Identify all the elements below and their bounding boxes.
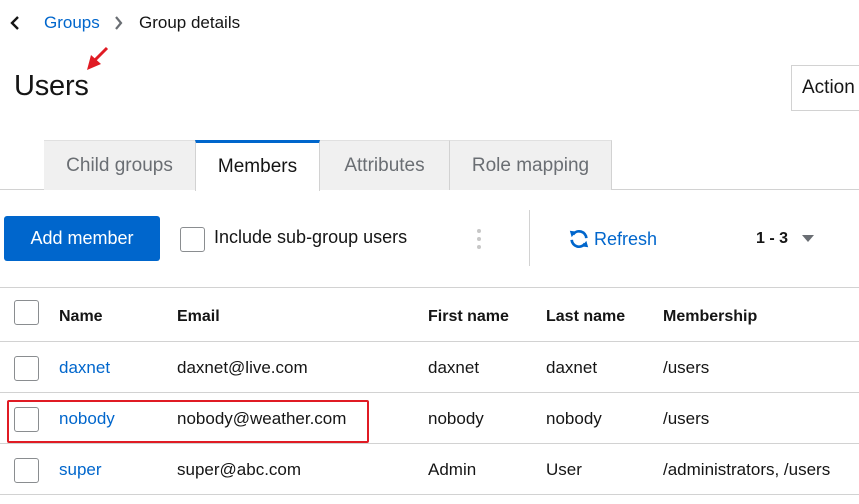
kebab-icon[interactable] — [474, 226, 484, 252]
breadcrumb: Groups Group details — [0, 0, 859, 48]
refresh-label: Refresh — [594, 228, 658, 249]
user-email: daxnet@live.com — [177, 358, 308, 377]
user-last-name: nobody — [546, 409, 602, 428]
table-row: daxnet daxnet@live.com daxnet daxnet /us… — [0, 342, 859, 393]
tab-members[interactable]: Members — [195, 140, 320, 191]
user-membership: /administrators, /users — [663, 460, 831, 479]
include-subgroup-checkbox[interactable] — [180, 227, 205, 252]
breadcrumb-groups-link[interactable]: Groups — [44, 13, 100, 33]
refresh-button[interactable]: Refresh — [568, 226, 657, 252]
sync-icon — [569, 229, 589, 249]
user-membership: /users — [663, 409, 710, 428]
toolbar-divider — [529, 210, 530, 266]
user-last-name: User — [546, 460, 582, 479]
pagination-label: 1 - 3 — [756, 230, 789, 247]
table-row: super super@abc.com Admin User /administ… — [0, 444, 859, 495]
user-membership: /users — [663, 358, 710, 377]
user-name-link[interactable]: super — [59, 460, 102, 480]
user-first-name: Admin — [428, 460, 477, 479]
column-header-membership[interactable]: Membership — [663, 308, 757, 326]
tab-attributes[interactable]: Attributes — [320, 140, 450, 190]
tab-role-mapping[interactable]: Role mapping — [450, 140, 612, 190]
user-last-name: daxnet — [546, 358, 598, 377]
table-header: Name Email First name Last name Membersh… — [0, 287, 859, 342]
add-member-button[interactable]: Add member — [4, 216, 160, 261]
chevron-right-icon — [114, 15, 126, 31]
column-header-email[interactable]: Email — [177, 308, 220, 326]
page-title: Users — [14, 70, 89, 102]
row-checkbox[interactable] — [14, 356, 39, 381]
row-checkbox[interactable] — [14, 458, 39, 483]
user-email: super@abc.com — [177, 460, 302, 479]
pagination-toggle[interactable]: 1 - 3 — [756, 228, 815, 250]
select-all-checkbox[interactable] — [14, 300, 39, 325]
user-name-link[interactable]: nobody — [59, 409, 115, 429]
arrow-annotation-icon — [87, 46, 109, 70]
user-email: nobody@weather.com — [177, 409, 347, 428]
tab-bar: Child groups Members Attributes Role map… — [0, 140, 859, 191]
back-chevron-icon[interactable] — [6, 12, 24, 34]
user-first-name: daxnet — [428, 358, 480, 377]
user-first-name: nobody — [428, 409, 484, 428]
column-header-first-name[interactable]: First name — [428, 308, 509, 326]
column-header-last-name[interactable]: Last name — [546, 308, 625, 326]
table-row: nobody nobody@weather.com nobody nobody … — [0, 393, 859, 444]
caret-down-icon — [802, 235, 815, 242]
column-header-name[interactable]: Name — [59, 308, 103, 326]
action-dropdown-button[interactable]: Action — [791, 65, 859, 111]
tab-child-groups[interactable]: Child groups — [44, 140, 196, 190]
include-subgroup-label: Include sub-group users — [214, 227, 408, 247]
breadcrumb-current: Group details — [139, 13, 241, 32]
user-name-link[interactable]: daxnet — [59, 358, 110, 378]
row-checkbox[interactable] — [14, 407, 39, 432]
